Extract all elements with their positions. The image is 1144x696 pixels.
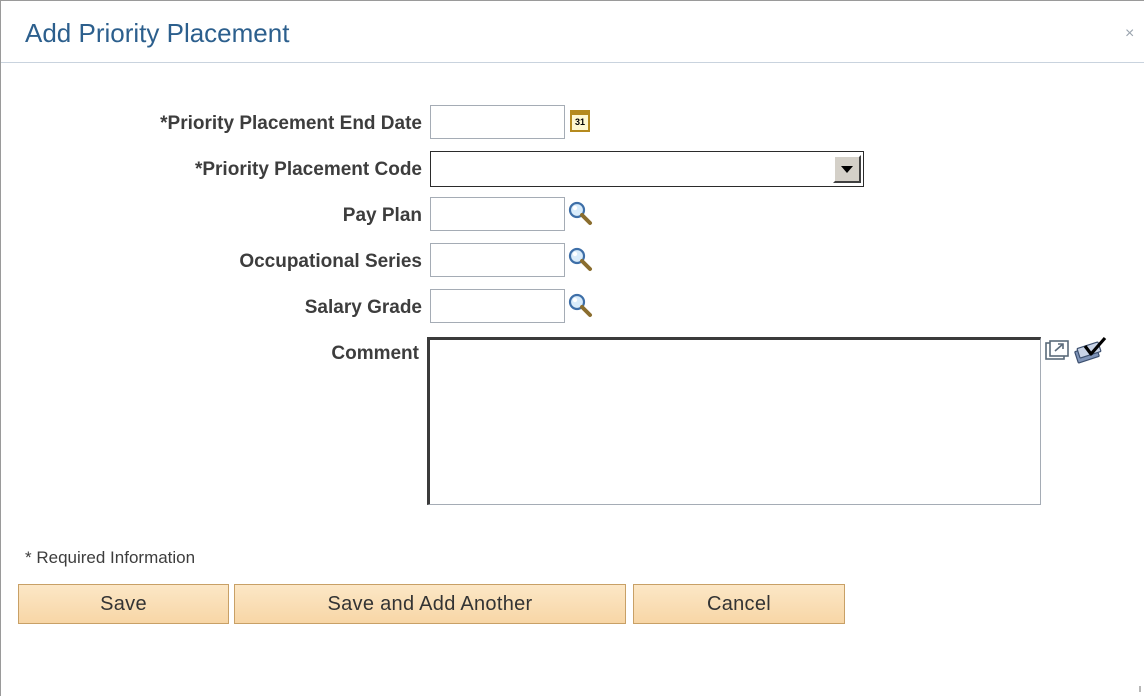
resize-handle[interactable] — [1139, 686, 1141, 692]
comment-label: Comment — [331, 343, 419, 364]
end-date-label: *Priority Placement End Date — [160, 113, 422, 134]
occupational-series-lookup-icon[interactable] — [567, 246, 593, 272]
dialog-title: Add Priority Placement — [25, 18, 290, 48]
placement-code-label: *Priority Placement Code — [194, 159, 422, 180]
occupational-series-label: Occupational Series — [239, 251, 422, 272]
save-and-add-another-button[interactable]: Save and Add Another — [234, 584, 626, 624]
save-button[interactable]: Save — [18, 584, 229, 624]
expand-icon[interactable] — [1045, 340, 1069, 362]
cancel-button[interactable]: Cancel — [633, 584, 845, 624]
required-information-note: * Required Information — [25, 548, 196, 567]
placement-code-select[interactable] — [430, 151, 864, 187]
close-icon[interactable]: × — [1125, 26, 1141, 42]
salary-grade-label: Salary Grade — [304, 297, 422, 318]
salary-grade-lookup-icon[interactable] — [567, 292, 593, 318]
pay-plan-lookup-icon[interactable] — [567, 200, 593, 226]
end-date-input[interactable] — [430, 105, 565, 139]
chevron-down-icon[interactable] — [833, 155, 861, 183]
pay-plan-label: Pay Plan — [342, 205, 422, 226]
comment-textarea[interactable] — [427, 337, 1041, 505]
pay-plan-input[interactable] — [430, 197, 565, 231]
add-priority-placement-dialog: Add Priority Placement × *Priority Place… — [0, 0, 1144, 696]
occupational-series-input[interactable] — [430, 243, 565, 277]
dialog-header: Add Priority Placement × — [1, 0, 1144, 63]
spellcheck-icon[interactable] — [1073, 336, 1107, 364]
salary-grade-input[interactable] — [430, 289, 565, 323]
calendar-icon[interactable]: 31 — [570, 110, 590, 132]
